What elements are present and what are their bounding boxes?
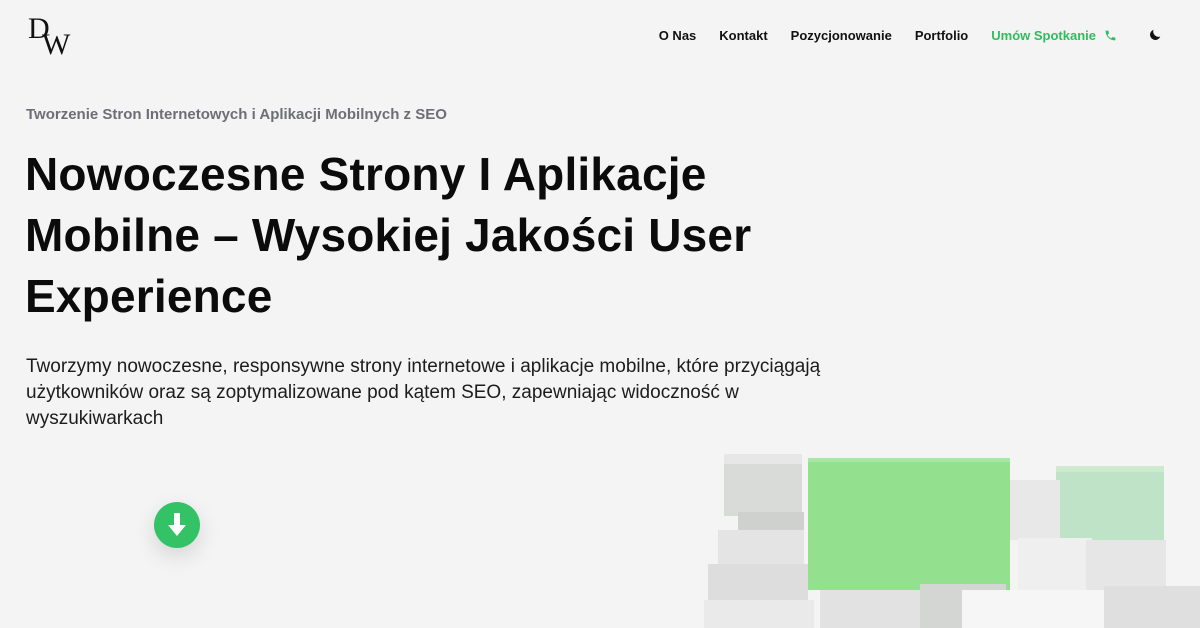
hero-lead: Tworzymy nowoczesne, responsywne strony … [26, 356, 821, 429]
hero-headline: Nowoczesne Strony I Aplikacje Mobilne – … [25, 148, 752, 322]
arrow-down-icon [168, 513, 186, 536]
decorative-blocks-image [704, 454, 1200, 628]
moon-icon [1150, 29, 1161, 40]
hero-eyebrow: Tworzenie Stron Internetowych i Aplikacj… [26, 106, 447, 123]
logo-letter-w: W [42, 28, 71, 61]
nav-item-kontakt[interactable]: Kontakt [719, 28, 767, 43]
phone-icon [1105, 30, 1116, 40]
scroll-down-button[interactable] [154, 502, 200, 548]
theme-toggle[interactable] [1148, 28, 1162, 42]
nav-item-o-nas[interactable]: O Nas [659, 28, 697, 43]
logo[interactable]: D W [28, 14, 76, 60]
page: D W O Nas Kontakt Pozycjonowanie Portfol… [0, 0, 1200, 628]
main-nav: O Nas Kontakt Pozycjonowanie Portfolio U… [659, 24, 1162, 46]
book-meeting-label: Umów Spotkanie [991, 27, 1096, 43]
nav-item-portfolio[interactable]: Portfolio [915, 28, 968, 43]
book-meeting-link[interactable]: Umów Spotkanie [991, 28, 1117, 43]
nav-item-pozycjonowanie[interactable]: Pozycjonowanie [791, 28, 892, 43]
